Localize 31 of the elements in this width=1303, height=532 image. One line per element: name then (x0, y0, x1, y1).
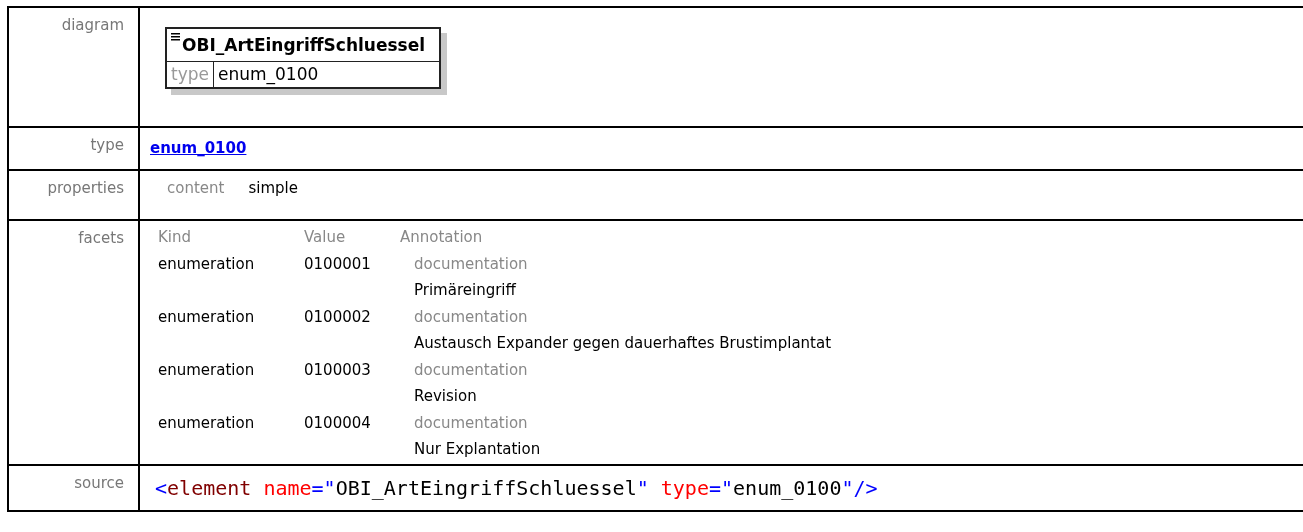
facet-value: 0100003 (304, 359, 372, 381)
column-header: Annotation (400, 227, 484, 248)
property-name: content (167, 177, 225, 199)
annotation-label: documentation (414, 412, 529, 434)
annotation-text: Primäreingriff (414, 280, 517, 301)
facet-kind: enumeration (158, 359, 256, 381)
row-label: properties (47, 178, 124, 197)
column-header: Kind (158, 227, 193, 248)
property-value: simple (248, 177, 298, 199)
facet-kind: enumeration (158, 412, 256, 434)
type-value: enum_0100 (217, 62, 320, 87)
row-label: source (74, 473, 124, 492)
facet-kind: enumeration (158, 306, 256, 328)
row-label: type (90, 136, 124, 154)
annotation-text: Austausch Expander gegen dauerhaftes Brustimplantat (414, 333, 833, 354)
annotation-text: Revision (414, 386, 478, 407)
facet-value: 0100002 (304, 306, 372, 328)
facet-value: 0100004 (304, 412, 372, 434)
list-icon (171, 33, 180, 41)
element-name: OBI_ArtEingriffSchluessel (182, 34, 426, 57)
annotation-label: documentation (414, 306, 529, 328)
facet-kind: enumeration (158, 253, 256, 275)
annotation-label: documentation (414, 359, 529, 381)
row-label: diagram (61, 16, 124, 34)
annotation-label: documentation (414, 253, 529, 275)
type-label: type (167, 61, 214, 87)
facet-value: 0100001 (304, 253, 372, 275)
annotation-text: Nur Explantation (414, 439, 542, 460)
source-code: <element name="OBI_ArtEingriffSchluessel" type="enum_0100"/> (154, 474, 879, 502)
type-link[interactable]: enum_0100 (150, 139, 247, 157)
row-label: facets (78, 229, 124, 247)
